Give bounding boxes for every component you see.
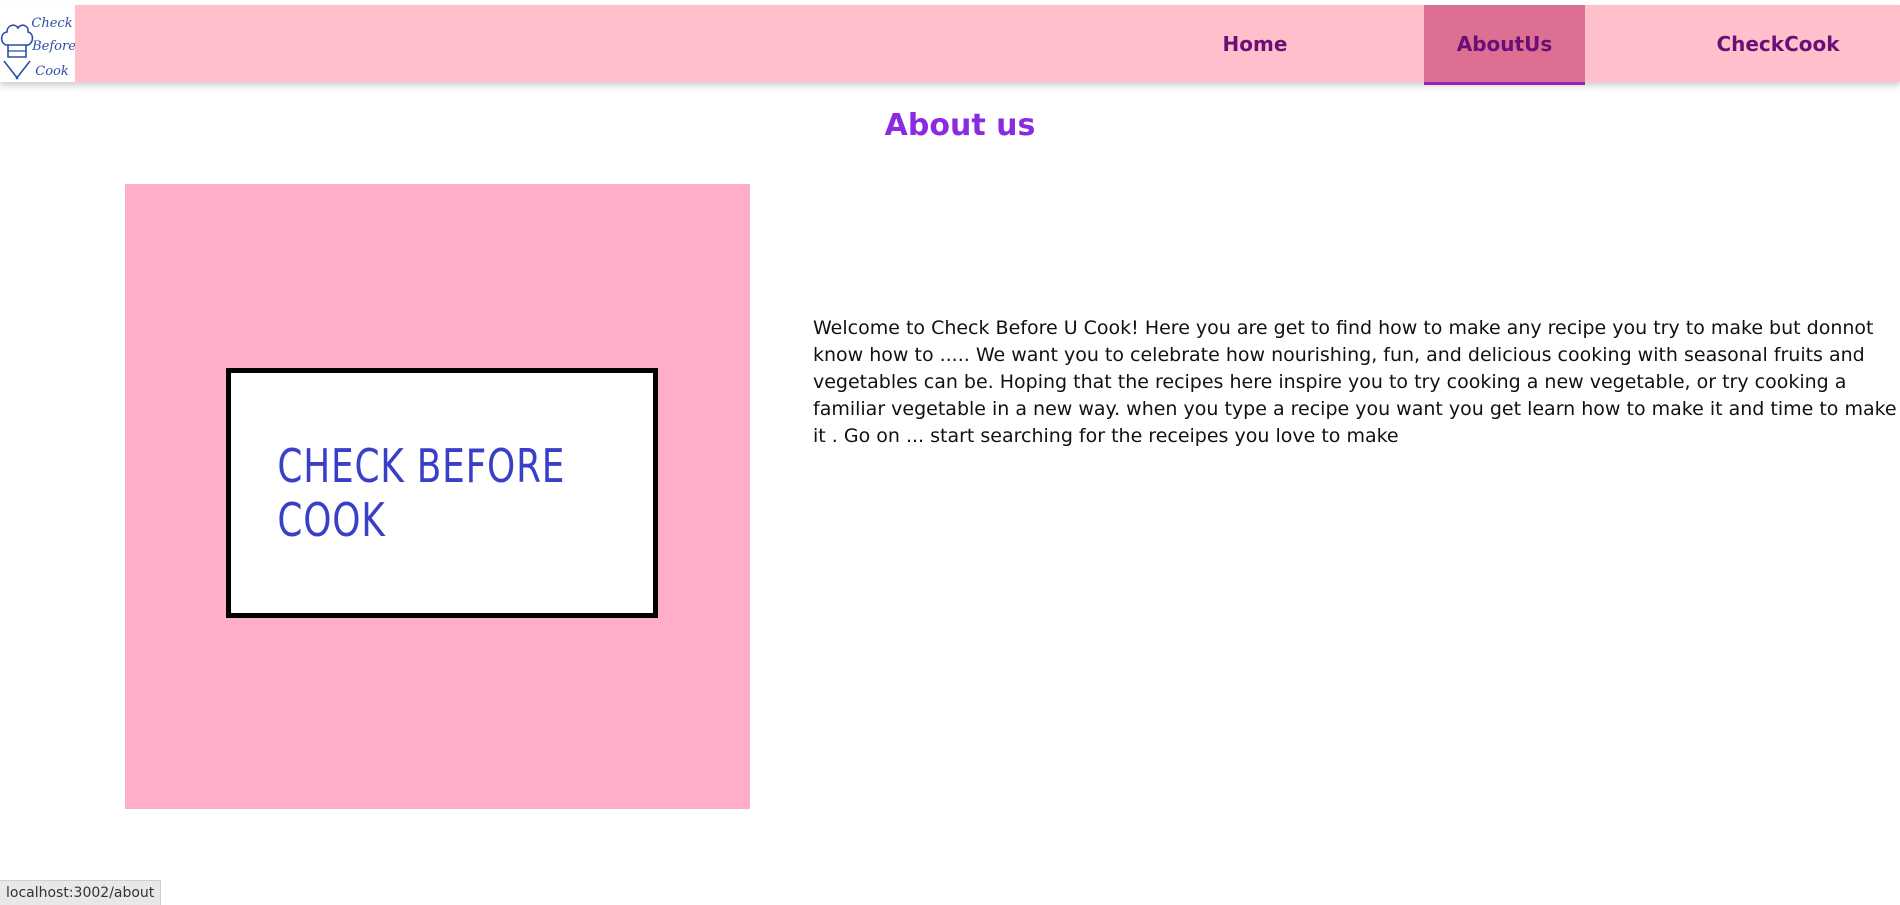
nav-link-home[interactable]: Home xyxy=(1190,5,1320,82)
logo-text-check: Check xyxy=(31,16,72,31)
logo-text-before: Before xyxy=(31,39,75,54)
navbar: Check Before Cook Home AboutUs CheckCook xyxy=(0,5,1900,85)
status-bar-url: localhost:3002/about xyxy=(0,880,162,905)
about-description: Welcome to Check Before U Cook! Here you… xyxy=(813,317,1897,447)
chef-hat-logo-icon: Check Before Cook xyxy=(0,16,75,80)
nav-link-aboutus[interactable]: AboutUs xyxy=(1424,5,1585,85)
site-logo[interactable]: Check Before Cook xyxy=(0,5,75,82)
logo-card-text: CHECK BEFORE COOK xyxy=(277,439,566,547)
page: Check Before Cook Home AboutUs CheckCook… xyxy=(0,0,1900,905)
page-title: About us xyxy=(884,108,1036,143)
logo-text-cook: Cook xyxy=(35,64,69,79)
nav-link-checkcook[interactable]: CheckCook xyxy=(1686,5,1870,82)
logo-card: CHECK BEFORE COOK xyxy=(226,368,658,618)
about-image: CHECK BEFORE COOK xyxy=(125,184,750,809)
